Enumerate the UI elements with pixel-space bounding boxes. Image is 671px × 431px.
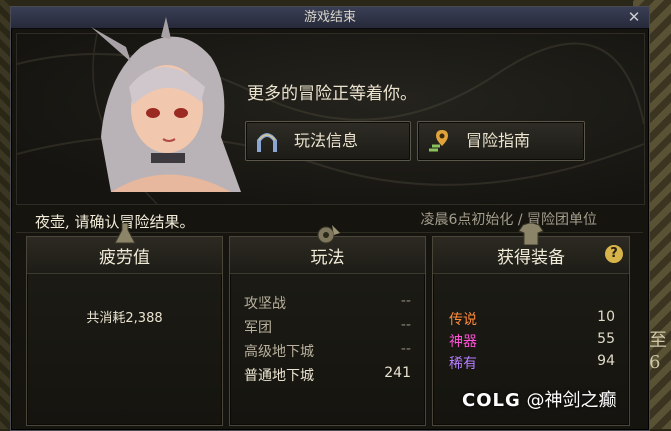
armor-icon <box>518 223 544 245</box>
loot-row-name: 传说 <box>449 312 477 328</box>
play-row: 普通地下城 241 <box>244 365 411 387</box>
loot-row-name: 神器 <box>449 334 477 350</box>
loot-row: 稀有 94 <box>449 353 615 373</box>
play-row-value: -- <box>400 341 411 357</box>
play-row: 高级地下城 -- <box>244 341 411 363</box>
arch-gate-icon <box>257 133 277 152</box>
fatigue-card: 疲劳值 共消耗2,388 <box>26 223 223 426</box>
adventure-guide-label: 冒险指南 <box>466 131 531 150</box>
loot-row: 传说 10 <box>449 309 615 329</box>
adventure-guide-button[interactable]: 冒险指南 <box>417 121 585 161</box>
watermark-brand: COLG <box>462 390 521 411</box>
play-card: 玩法 攻坚战 -- 军团 -- 高级地下城 -- 普通地下城 241 <box>229 225 426 426</box>
fatigue-consumed: 共消耗2,388 <box>86 311 163 326</box>
close-icon[interactable]: ✕ <box>625 8 643 26</box>
play-row: 军团 -- <box>244 317 411 339</box>
loot-row-value: 10 <box>597 309 615 325</box>
play-row-value: -- <box>400 317 411 333</box>
help-icon[interactable]: ? <box>605 245 623 263</box>
watermark-text: @神剑之癫 <box>526 390 617 411</box>
watermark: COLG @神剑之癫 <box>462 386 617 412</box>
gear-axe-icon <box>317 225 340 244</box>
loot-row-name: 稀有 <box>449 356 477 372</box>
character-portrait <box>91 17 241 192</box>
play-row-name: 攻坚战 <box>244 296 286 312</box>
rules-info-button[interactable]: 玩法信息 <box>245 121 411 161</box>
background-glyph: 6 <box>649 352 661 373</box>
rules-info-label: 玩法信息 <box>294 131 359 150</box>
background-glyph: 至 <box>649 330 667 351</box>
loot-row-value: 55 <box>597 331 615 347</box>
flask-icon <box>113 223 136 244</box>
play-row-value: 241 <box>384 365 411 381</box>
play-row: 攻坚战 -- <box>244 293 411 315</box>
headline-text: 更多的冒险正等着你。 <box>247 84 417 104</box>
play-row-name: 军团 <box>244 320 272 336</box>
reset-note: 凌晨6点初始化 / 冒险团单位 <box>420 212 597 228</box>
loot-row-value: 94 <box>597 353 615 369</box>
play-row-name: 普通地下城 <box>244 368 314 384</box>
map-pin-icon <box>429 130 448 152</box>
play-row-value: -- <box>400 293 411 309</box>
play-row-name: 高级地下城 <box>244 344 314 360</box>
loot-row: 神器 55 <box>449 331 615 351</box>
